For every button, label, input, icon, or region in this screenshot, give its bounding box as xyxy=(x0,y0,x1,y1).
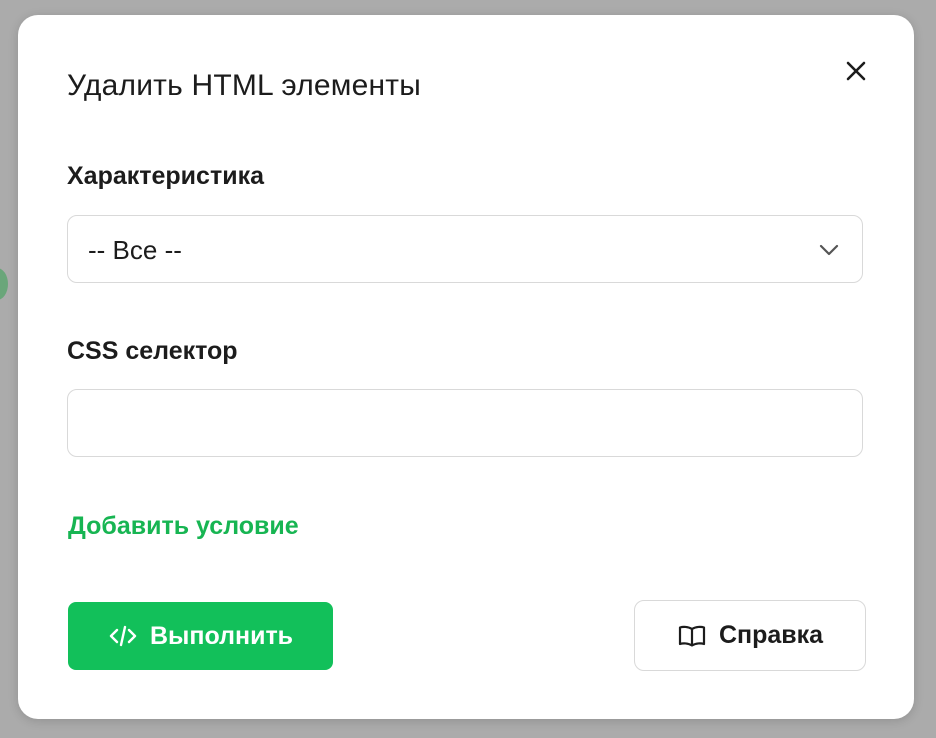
characteristic-select[interactable]: -- Все -- xyxy=(67,215,863,283)
book-icon xyxy=(677,623,707,649)
remove-html-elements-dialog: Удалить HTML элементы Характеристика -- … xyxy=(18,15,914,719)
run-button-label: Выполнить xyxy=(149,621,294,650)
css-selector-label: CSS селектор xyxy=(67,337,238,365)
characteristic-selected-value: -- Все -- xyxy=(88,235,182,265)
dialog-title: Удалить HTML элементы xyxy=(67,69,421,102)
chevron-down-icon xyxy=(818,240,840,260)
help-button-label: Справка xyxy=(718,621,824,649)
css-selector-input[interactable] xyxy=(67,389,863,457)
code-icon xyxy=(108,623,138,649)
help-button[interactable]: Справка xyxy=(634,600,866,671)
add-condition-link[interactable]: Добавить условие xyxy=(68,512,299,541)
close-button[interactable] xyxy=(840,55,872,87)
characteristic-label: Характеристика xyxy=(67,162,264,190)
run-button[interactable]: Выполнить xyxy=(68,602,333,670)
close-icon xyxy=(840,55,872,87)
